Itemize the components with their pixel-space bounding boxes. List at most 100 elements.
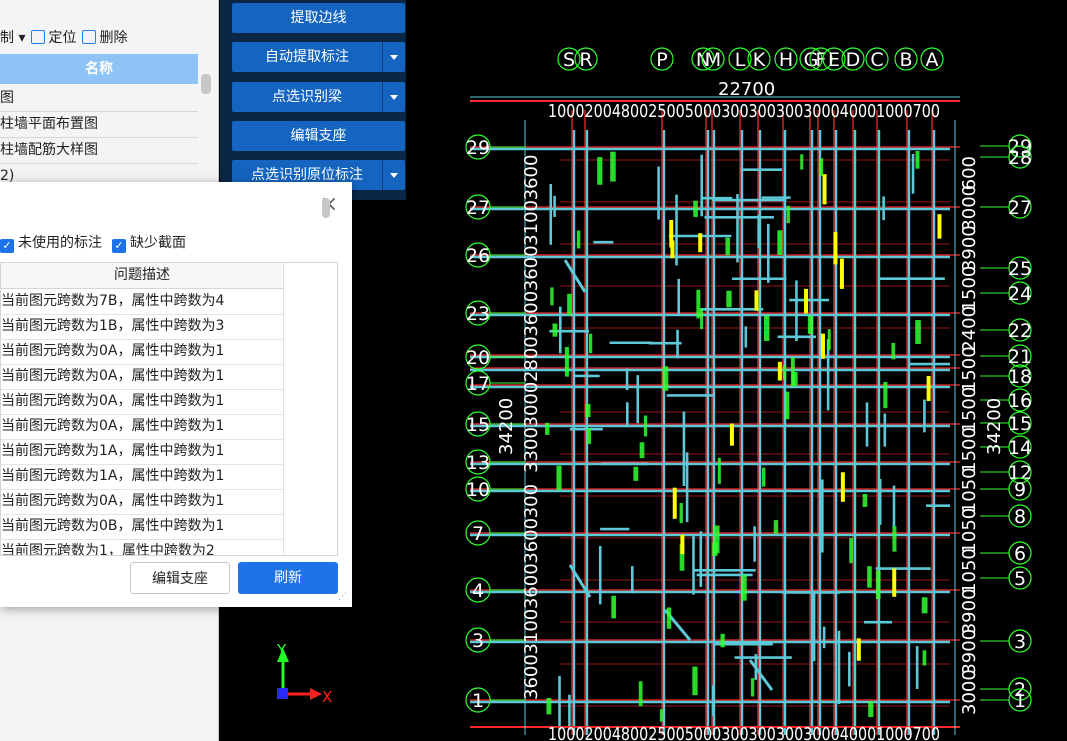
chevron-down-icon[interactable] [382,42,405,72]
highlight-mark [680,534,685,555]
annotation-mark [922,650,927,666]
dimension-text: 3600 [521,291,542,337]
annotation-mark [782,365,787,380]
annotation-mark [586,427,592,445]
annotation-mark [868,701,874,718]
annotation-mark [700,308,704,330]
dimension-text: 3600 [521,518,542,564]
list-item[interactable]: 柱墙平面布置图 [0,112,198,138]
annotation-mark [550,287,554,306]
annotation-mark [777,230,783,256]
table-scrollbar-thumb[interactable] [322,198,330,218]
unused-annotation-checkbox[interactable]: ✓ 未使用的标注 [0,232,102,254]
annotation-mark [784,391,790,420]
table-scroll-area [283,263,337,555]
right-overall-height-label: 34200 [984,398,1005,455]
annotation-mark [576,230,581,249]
locate-button[interactable]: 定位 [31,27,76,47]
table-row[interactable]: 当前图元跨数为0A，属性中跨数为1 [1,364,283,390]
axis-bubble-label: 18 [1008,366,1032,388]
annotation-mark [915,151,920,169]
extract-edges-button[interactable]: 提取边线 [232,3,405,33]
table-row[interactable]: 当前图元跨数为0A，属性中跨数为1 [1,389,283,415]
resize-grip-icon[interactable]: ⋰ [338,592,348,602]
dimension-text: 1500 [959,346,980,392]
top-axis-bubbles: S R P NM L K H GF E D C B A [557,47,944,71]
annotation-mark [763,315,770,341]
table-row[interactable]: 当前图元跨数为1A，属性中跨数为1 [1,439,283,465]
annotation-mark [712,542,718,556]
annotation-mark [633,466,639,481]
highlight-mark [754,290,759,311]
highlight-mark [856,638,861,661]
axis-bubble-label: 24 [1008,283,1032,305]
axis-bubble-label: R [579,49,592,71]
locate-icon [31,30,46,44]
filter-checkboxes: ✓ 未使用的标注 ✓ 缺少截面 [0,232,186,254]
table-row[interactable]: 当前图元跨数为0A，属性中跨数为1 [1,489,283,515]
dimension-text: 300 [521,484,542,518]
annotation-mark [585,403,591,418]
ucs-y-label: Y [277,641,287,659]
auto-extract-annotation-button[interactable]: 自动提取标注 [232,42,405,72]
annotation-mark [741,574,747,601]
chevron-down-icon[interactable] [382,82,405,112]
highlight-mark [926,376,931,402]
axis-bubble-label: L [735,49,746,71]
axis-bubble-label: 16 [1008,390,1032,412]
problem-table: 问题描述 当前图元跨数为7B，属性中跨数为4 当前图元跨数为1B，属性中跨数为3… [0,262,338,556]
axis-bubble-label: 27 [1008,197,1032,219]
annotation-mark [679,503,683,524]
highlight-mark [820,333,825,359]
annotation-mark [639,442,645,459]
table-row[interactable]: 当前图元跨数为1A，属性中跨数为1 [1,464,283,490]
table-row[interactable]: 当前图元跨数为7B，属性中跨数为4 [1,289,283,315]
annotation-mark [762,467,766,487]
delete-button[interactable]: 删除 [82,27,127,47]
annotation-mark [725,237,730,256]
dimension-text: 3100 [521,200,542,246]
annotation-mark [696,289,701,319]
axis-bubble-label: B [899,49,912,71]
annotation-mark [567,293,572,316]
annotation-mark [792,371,798,386]
axis-bubble-label: S [563,49,575,71]
table-row[interactable]: 当前图元跨数为0B，属性中跨数为1 [1,514,283,540]
list-item[interactable]: 图 [0,86,198,112]
axis-bubble-label: 27 [466,197,490,219]
chevron-down-icon[interactable] [382,160,405,190]
axis-bubble-label: 26 [466,245,490,267]
edit-support-button[interactable]: 编辑支座 [130,562,230,594]
highlight-mark [833,231,838,265]
dimension-text: 1500 [959,427,980,473]
bottom-dimension-text: 1000200480025005000300300300300040001000… [548,724,940,741]
axis-bubble-label: 7 [472,523,484,545]
edit-support-button[interactable]: 编辑支座 [232,121,405,151]
table-row[interactable]: 当前图元跨数为1，属性中跨数为2 [1,539,283,555]
annotation-mark [800,154,804,170]
select-recognize-beam-button[interactable]: 点选识别梁 [232,82,405,112]
missing-section-checkbox[interactable]: ✓ 缺少截面 [112,232,186,254]
annotation-mark [638,681,643,707]
annotation-mark [773,520,779,534]
annotation-mark [717,457,721,484]
table-row[interactable]: 当前图元跨数为0A，属性中跨数为1 [1,339,283,365]
refresh-button[interactable]: 刷新 [238,562,338,594]
ucs-x-label: X [322,688,333,706]
highlight-mark [839,258,844,289]
recognition-command-menu: 提取边线 自动提取标注 点选识别梁 编辑支座 点选识别原位标注 [220,0,406,200]
table-row[interactable]: 当前图元跨数为0A，属性中跨数为1 [1,414,283,440]
axis-bubble-label: 15 [466,414,490,436]
annotation-mark [611,595,617,619]
axis-bubble-label: 15 [1008,413,1032,435]
annotation-mark [643,415,648,437]
table-row[interactable]: 当前图元跨数为1B，属性中跨数为3 [1,314,283,340]
toolbar-item-copy[interactable]: 制 ▾ [0,27,25,47]
axis-bubble-label: 13 [466,452,490,474]
dimension-text: 3000 [521,382,542,428]
list-item[interactable]: 柱墙配筋大样图 [0,138,198,164]
trash-icon [82,30,97,44]
axis-bubble-label: D [846,49,861,71]
drawing-list-scrollbar[interactable] [201,74,211,94]
annotation-mark [597,157,603,185]
